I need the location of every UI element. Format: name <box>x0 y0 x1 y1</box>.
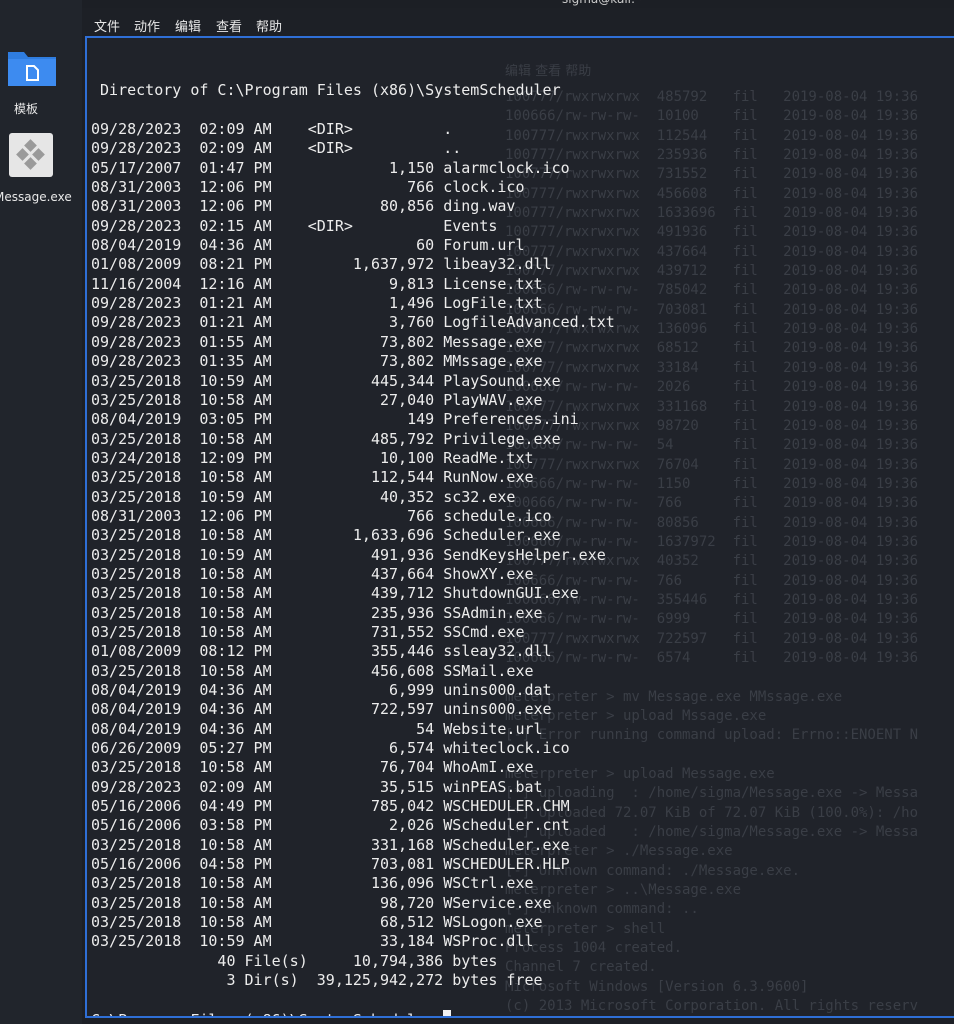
terminal-pane[interactable]: 编辑 查看 帮助 100777/rwxrwxrwx 485792 fil 201… <box>85 36 954 1018</box>
terminal-line: 03/25/2018 10:58 AM 76,704 WhoAmI.exe <box>91 758 534 777</box>
title-bar[interactable]: sigma@kali: ~ <box>82 0 954 8</box>
terminal-line: 06/26/2009 05:27 PM 6,574 whiteclock.ico <box>91 739 570 758</box>
terminal-output[interactable]: Directory of C:\Program Files (x86)\Syst… <box>91 62 615 1016</box>
terminal-line: 03/25/2018 10:58 AM 485,792 Privilege.ex… <box>91 429 561 448</box>
terminal-line: 3 Dir(s) 39,125,942,272 bytes free <box>91 971 543 990</box>
terminal-line: 03/25/2018 10:58 AM 437,664 ShowXY.exe <box>91 564 534 583</box>
terminal-line: Directory of C:\Program Files (x86)\Syst… <box>91 81 561 100</box>
terminal-line: 08/31/2003 12:06 PM 766 clock.ico <box>91 178 525 197</box>
terminal-line: 03/25/2018 10:59 AM 33,184 WSProc.dll <box>91 932 534 951</box>
terminal-line: 03/25/2018 10:59 AM 491,936 SendKeysHelp… <box>91 545 606 564</box>
terminal-line: 08/31/2003 12:06 PM 766 schedule.ico <box>91 506 552 525</box>
exe-icon[interactable] <box>9 133 53 177</box>
folder-icon[interactable] <box>6 46 58 88</box>
command-prompt[interactable]: C:\Program Files (x86)\SystemScheduler> <box>91 1009 615 1016</box>
terminal-line: 09/28/2023 01:35 AM 73,802 MMssage.exe <box>91 352 543 371</box>
terminal-line: 09/28/2023 01:55 AM 73,802 Message.exe <box>91 332 543 351</box>
menu-edit[interactable]: 编辑 <box>175 16 201 35</box>
menu-view[interactable]: 查看 <box>216 16 242 35</box>
terminal-line: 03/25/2018 10:59 AM 445,344 PlaySound.ex… <box>91 371 561 390</box>
terminal-line: 08/04/2019 04:36 AM 60 Forum.url <box>91 236 525 255</box>
terminal-line: 03/25/2018 10:58 AM 439,712 ShutdownGUI.… <box>91 584 579 603</box>
prompt-text: C:\Program Files (x86)\SystemScheduler> <box>91 1011 443 1016</box>
window-title: sigma@kali: ~ <box>562 0 649 6</box>
terminal-line: 08/04/2019 04:36 AM 54 Website.url <box>91 719 543 738</box>
menu-action[interactable]: 动作 <box>134 16 160 35</box>
terminal-line: 03/25/2018 10:58 AM 112,544 RunNow.exe <box>91 468 534 487</box>
terminal-line: 03/25/2018 10:59 AM 40,352 sc32.exe <box>91 487 516 506</box>
terminal-line: 08/31/2003 12:06 PM 80,856 ding.wav <box>91 197 516 216</box>
terminal-line: 03/25/2018 10:58 AM 235,936 SSAdmin.exe <box>91 603 543 622</box>
terminal-line: 08/04/2019 03:05 PM 149 Preferences.ini <box>91 410 579 429</box>
terminal-line: 09/28/2023 02:09 AM 35,515 winPEAS.bat <box>91 777 543 796</box>
terminal-line: 09/28/2023 01:21 AM 3,760 LogfileAdvance… <box>91 313 615 332</box>
terminal-line: 40 File(s) 10,794,386 bytes <box>91 951 498 970</box>
menu-help[interactable]: 帮助 <box>256 16 282 35</box>
terminal-line: 03/25/2018 10:58 AM 27,040 PlayWAV.exe <box>91 390 543 409</box>
terminal-line: 05/16/2006 03:58 PM 2,026 WScheduler.cnt <box>91 816 570 835</box>
terminal-line: 03/25/2018 10:58 AM 731,552 SSCmd.exe <box>91 622 525 641</box>
terminal-line: 09/28/2023 02:09 AM <DIR> . <box>91 120 453 139</box>
terminal-line: 03/25/2018 10:58 AM 456,608 SSMail.exe <box>91 661 534 680</box>
terminal-line: 01/08/2009 08:12 PM 355,446 ssleay32.dll <box>91 642 552 661</box>
terminal-line: 03/25/2018 10:58 AM 136,096 WSCtrl.exe <box>91 874 534 893</box>
terminal-line: 05/16/2006 04:58 PM 703,081 WSCHEDULER.H… <box>91 855 570 874</box>
terminal-line: 08/04/2019 04:36 AM 722,597 unins000.exe <box>91 700 552 719</box>
terminal-line: 09/28/2023 02:09 AM <DIR> .. <box>91 139 462 158</box>
terminal-line: 09/28/2023 02:15 AM <DIR> Events <box>91 216 498 235</box>
terminal-line: 03/25/2018 10:58 AM 331,168 WScheduler.e… <box>91 835 570 854</box>
folder-label[interactable]: 模板 <box>14 100 38 117</box>
terminal-line: 05/16/2006 04:49 PM 785,042 WSCHEDULER.C… <box>91 797 570 816</box>
desktop: 模板 Message.exe <box>0 0 82 1024</box>
menu-file[interactable]: 文件 <box>94 16 120 35</box>
terminal-line: 11/16/2004 12:16 AM 9,813 License.txt <box>91 274 543 293</box>
terminal-line: 01/08/2009 08:21 PM 1,637,972 libeay32.d… <box>91 255 552 274</box>
terminal-line: 08/04/2019 04:36 AM 6,999 unins000.dat <box>91 681 552 699</box>
text-cursor <box>443 1009 452 1016</box>
terminal-line: 03/25/2018 10:58 AM 68,512 WSLogon.exe <box>91 913 543 932</box>
terminal-line: 03/24/2018 12:09 PM 10,100 ReadMe.txt <box>91 448 534 467</box>
terminal-line: 03/25/2018 10:58 AM 1,633,696 Scheduler.… <box>91 526 561 545</box>
terminal-line: 03/25/2018 10:58 AM 98,720 WService.exe <box>91 893 552 912</box>
terminal-line: 09/28/2023 01:21 AM 1,496 LogFile.txt <box>91 294 543 313</box>
exe-label[interactable]: Message.exe <box>0 190 72 204</box>
menu-bar: 文件 动作 编辑 查看 帮助 <box>82 12 954 36</box>
terminal-line: 05/17/2007 01:47 PM 1,150 alarmclock.ico <box>91 158 570 177</box>
